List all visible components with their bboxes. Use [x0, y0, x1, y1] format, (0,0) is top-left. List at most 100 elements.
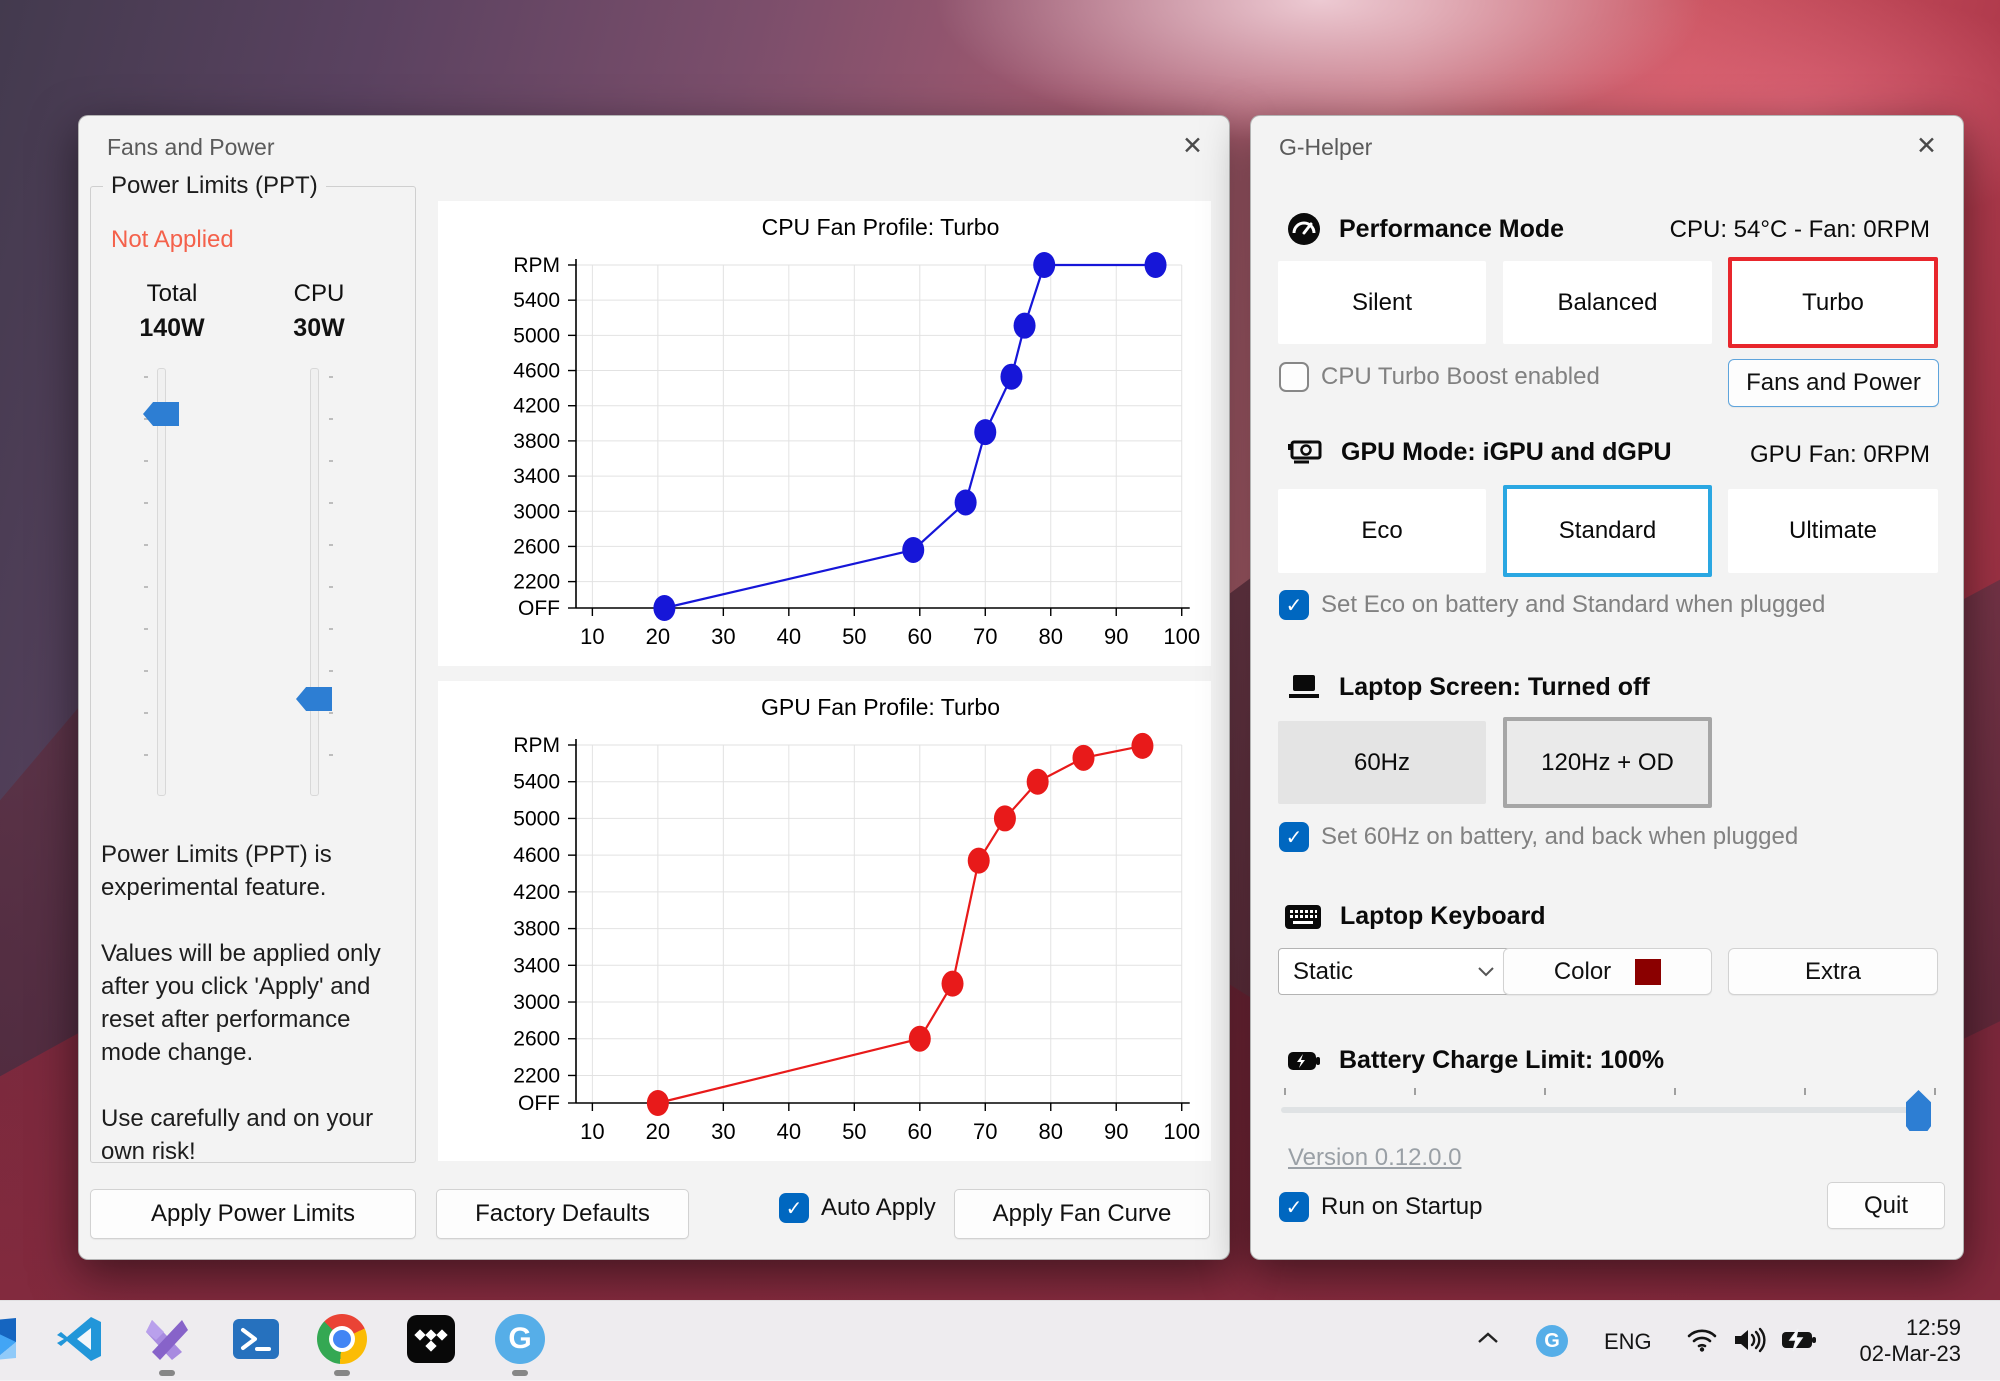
60hz-on-battery-row[interactable]: Set 60Hz on battery, and back when plugg…	[1279, 822, 1798, 852]
ghelper-icon[interactable]: G	[495, 1314, 545, 1364]
svg-text:CPU Fan Profile: Turbo: CPU Fan Profile: Turbo	[762, 214, 1000, 240]
svg-text:80: 80	[1039, 624, 1063, 649]
version-link[interactable]: Version 0.12.0.0	[1288, 1144, 1461, 1172]
auto-apply-checkbox-row[interactable]: Auto Apply	[779, 1193, 936, 1223]
chevron-down-icon	[1477, 966, 1495, 977]
svg-text:OFF: OFF	[518, 1092, 560, 1115]
vscode-icon[interactable]	[55, 1314, 105, 1364]
cpu-temp-fan-status: CPU: 54°C - Fan: 0RPM	[1670, 216, 1930, 244]
gpu-eco-button[interactable]: Eco	[1278, 489, 1486, 573]
refresh-120hz-od-button[interactable]: 120Hz + OD	[1503, 717, 1712, 808]
mail-partial-icon[interactable]	[0, 1314, 20, 1364]
apply-fan-curve-button[interactable]: Apply Fan Curve	[954, 1189, 1210, 1239]
laptop-keyboard-title: Laptop Keyboard	[1340, 902, 1546, 931]
svg-text:4600: 4600	[513, 844, 560, 867]
mode-silent-button[interactable]: Silent	[1278, 261, 1486, 344]
battery-limit-title: Battery Charge Limit: 100%	[1339, 1046, 1664, 1075]
battery-charging-icon	[1287, 1048, 1321, 1074]
close-icon[interactable]: ✕	[1182, 134, 1203, 159]
svg-text:30: 30	[711, 1119, 735, 1144]
total-label: Total	[109, 280, 235, 308]
total-value: 140W	[109, 314, 235, 343]
total-slider-handle[interactable]	[143, 402, 179, 426]
svg-text:5000: 5000	[513, 807, 560, 830]
run-on-startup-row[interactable]: Run on Startup	[1279, 1192, 1482, 1222]
svg-text:2600: 2600	[513, 535, 560, 558]
svg-text:2200: 2200	[513, 571, 560, 594]
battery-slider-track[interactable]	[1281, 1107, 1910, 1113]
chrome-icon[interactable]	[317, 1314, 367, 1364]
svg-text:80: 80	[1039, 1119, 1063, 1144]
svg-text:100: 100	[1163, 624, 1200, 649]
laptop-screen-title: Laptop Screen: Turned off	[1339, 673, 1650, 702]
apply-power-limits-button[interactable]: Apply Power Limits	[90, 1189, 416, 1239]
powershell-icon[interactable]	[231, 1314, 281, 1364]
language-indicator[interactable]: ENG	[1604, 1329, 1652, 1355]
keyboard-color-swatch	[1635, 959, 1661, 985]
svg-text:70: 70	[973, 1119, 997, 1144]
cpu-turbo-boost-row[interactable]: CPU Turbo Boost enabled	[1279, 362, 1600, 392]
eco-on-battery-checkbox[interactable]	[1279, 590, 1309, 620]
svg-text:60: 60	[908, 624, 932, 649]
gpu-standard-button[interactable]: Standard	[1503, 485, 1712, 577]
fans-and-power-button[interactable]: Fans and Power	[1728, 359, 1939, 407]
factory-defaults-button[interactable]: Factory Defaults	[436, 1189, 689, 1239]
cpu-value: 30W	[256, 314, 382, 343]
ghelper-window: G-Helper ✕ Performance Mode CPU: 54°C - …	[1250, 115, 1964, 1260]
mode-turbo-button[interactable]: Turbo	[1728, 257, 1938, 348]
cpu-turbo-boost-checkbox[interactable]	[1279, 362, 1309, 392]
cpu-slider-handle[interactable]	[296, 687, 332, 711]
svg-text:10: 10	[580, 624, 604, 649]
power-limits-status: Not Applied	[111, 226, 234, 254]
quit-button[interactable]: Quit	[1827, 1182, 1945, 1229]
battery-charging-tray-icon[interactable]	[1781, 1328, 1817, 1357]
ghelper-tray-icon[interactable]: G	[1536, 1325, 1568, 1357]
gpu-fan-chart-panel: GPU Fan Profile: TurboOFF220026003000340…	[438, 681, 1211, 1161]
60hz-on-battery-checkbox[interactable]	[1279, 822, 1309, 852]
run-on-startup-checkbox[interactable]	[1279, 1192, 1309, 1222]
gpu-ultimate-button[interactable]: Ultimate	[1728, 489, 1938, 573]
keyboard-mode-value: Static	[1293, 958, 1353, 986]
cpu-label: CPU	[256, 280, 382, 308]
fans-and-power-window: Fans and Power ✕ Power Limits (PPT) Not …	[78, 115, 1230, 1260]
speaker-icon[interactable]	[1733, 1327, 1767, 1358]
window-title: Fans and Power	[107, 134, 274, 161]
battery-slider-handle[interactable]	[1906, 1090, 1931, 1131]
run-on-startup-label: Run on Startup	[1321, 1193, 1482, 1221]
visual-studio-icon[interactable]	[142, 1314, 192, 1364]
wifi-icon[interactable]	[1686, 1327, 1718, 1358]
60hz-on-battery-label: Set 60Hz on battery, and back when plugg…	[1321, 823, 1798, 851]
eco-on-battery-row[interactable]: Set Eco on battery and Standard when plu…	[1279, 590, 1825, 620]
laptop-icon	[1287, 672, 1321, 702]
tray-chevron-up-icon[interactable]	[1476, 1331, 1500, 1350]
keyboard-color-button[interactable]: Color	[1503, 948, 1712, 995]
auto-apply-checkbox[interactable]	[779, 1193, 809, 1223]
svg-text:2600: 2600	[513, 1028, 560, 1051]
svg-text:4200: 4200	[513, 395, 560, 418]
total-power-slider[interactable]	[142, 364, 182, 800]
svg-text:3800: 3800	[513, 430, 560, 453]
svg-text:40: 40	[777, 624, 801, 649]
laptop-keyboard-header: Laptop Keyboard	[1284, 902, 1546, 931]
slider-track[interactable]	[157, 368, 166, 796]
gpu-mode-title: GPU Mode: iGPU and dGPU	[1341, 438, 1672, 467]
svg-text:60: 60	[908, 1119, 932, 1144]
gpu-fan-curve-chart[interactable]: GPU Fan Profile: TurboOFF220026003000340…	[438, 681, 1211, 1161]
power-limits-note: Power Limits (PPT) isexperimental featur…	[101, 838, 401, 1168]
svg-text:RPM: RPM	[513, 734, 560, 757]
slider-track[interactable]	[310, 368, 319, 796]
svg-text:40: 40	[777, 1119, 801, 1144]
svg-text:3800: 3800	[513, 918, 560, 941]
clock[interactable]: 12:59 02-Mar-23	[1860, 1315, 1961, 1367]
refresh-60hz-button[interactable]: 60Hz	[1278, 721, 1486, 804]
cpu-fan-curve-chart[interactable]: CPU Fan Profile: TurboOFF220026003000340…	[438, 201, 1211, 666]
tidal-icon[interactable]	[406, 1314, 456, 1364]
svg-text:100: 100	[1163, 1119, 1200, 1144]
svg-text:3000: 3000	[513, 500, 560, 523]
mode-balanced-button[interactable]: Balanced	[1503, 261, 1712, 344]
svg-text:50: 50	[842, 1119, 866, 1144]
close-icon[interactable]: ✕	[1916, 134, 1937, 159]
keyboard-extra-button[interactable]: Extra	[1728, 948, 1938, 995]
keyboard-mode-select[interactable]: Static	[1278, 948, 1510, 995]
cpu-power-slider[interactable]	[295, 364, 335, 800]
